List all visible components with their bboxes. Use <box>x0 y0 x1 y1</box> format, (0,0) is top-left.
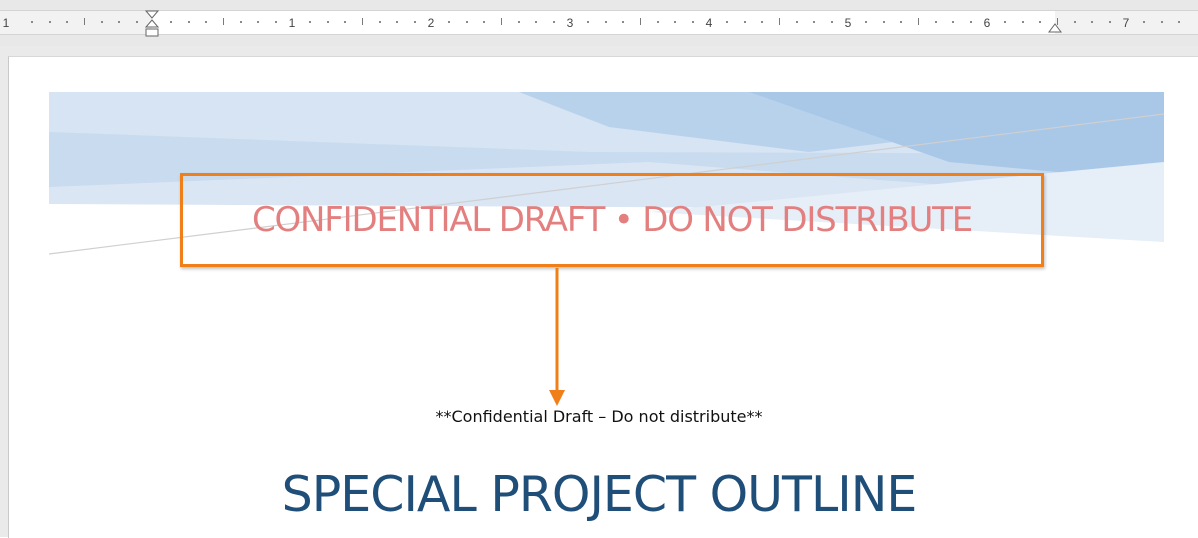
ruler-dot <box>379 21 381 23</box>
ruler-half-tick <box>84 18 85 25</box>
ruler-dot <box>970 21 972 23</box>
ruler-dot <box>344 21 346 23</box>
ruler-dot <box>761 21 763 23</box>
ruler-dot <box>31 21 33 23</box>
ruler-dot <box>414 21 416 23</box>
ruler-dot <box>1161 21 1163 23</box>
ruler-dot <box>327 21 329 23</box>
ruler-dot <box>1074 21 1076 23</box>
header-watermark-text[interactable]: CONFIDENTIAL DRAFT • DO NOT DISTRIBUTE <box>180 173 1044 267</box>
ruler-label: 1 <box>2 16 10 30</box>
ruler-dot <box>692 21 694 23</box>
ruler-dot <box>900 21 902 23</box>
ruler-dot <box>657 21 659 23</box>
ruler-dot <box>1178 21 1180 23</box>
ruler-dot <box>726 21 728 23</box>
ruler-dot <box>275 21 277 23</box>
ruler-dot <box>309 21 311 23</box>
ruler-dot <box>118 21 120 23</box>
right-indent-marker-icon[interactable] <box>1047 22 1063 34</box>
ruler-label: 7 <box>1122 16 1130 30</box>
ruler-dot <box>1004 21 1006 23</box>
ruler-dot <box>170 21 172 23</box>
ruler-label: 1 <box>288 16 296 30</box>
ruler-label: 3 <box>566 16 574 30</box>
ruler-dot <box>205 21 207 23</box>
indent-marker-icon[interactable] <box>144 10 160 44</box>
ruler-dot <box>66 21 68 23</box>
ruler-label: 2 <box>427 16 435 30</box>
ruler-dot <box>1022 21 1024 23</box>
ruler-dot <box>813 21 815 23</box>
document-title[interactable]: SPECIAL PROJECT OUTLINE <box>0 466 1198 523</box>
ruler-half-tick <box>362 18 363 25</box>
ruler-dot <box>257 21 259 23</box>
ruler-dot <box>952 21 954 23</box>
ruler-dot <box>1143 21 1145 23</box>
ruler-half-tick <box>918 18 919 25</box>
ruler-dot <box>1091 21 1093 23</box>
ruler-label: 6 <box>983 16 991 30</box>
ruler-dot <box>744 21 746 23</box>
ruler-dot <box>136 21 138 23</box>
document-body-paragraph[interactable]: **Confidential Draft – Do not distribute… <box>0 407 1198 426</box>
ruler-dot <box>883 21 885 23</box>
ruler-dot <box>466 21 468 23</box>
ruler-half-tick <box>223 18 224 25</box>
ruler-dot <box>1039 21 1041 23</box>
ruler-dot <box>483 21 485 23</box>
ruler-label: 4 <box>705 16 713 30</box>
ruler-dot <box>935 21 937 23</box>
ruler-dot <box>535 21 537 23</box>
ruler-dot <box>605 21 607 23</box>
ruler-dot <box>49 21 51 23</box>
ruler-label: 5 <box>844 16 852 30</box>
ruler-marks: 1 1 2 3 4 5 6 7 <box>0 10 1198 34</box>
ruler-dot <box>188 21 190 23</box>
ruler-dot <box>587 21 589 23</box>
ruler-half-tick <box>501 18 502 25</box>
ruler-half-tick <box>640 18 641 25</box>
ruler-dot <box>674 21 676 23</box>
ruler-half-tick <box>779 18 780 25</box>
horizontal-ruler[interactable]: 1 1 2 3 4 5 6 7 <box>0 0 1198 46</box>
ruler-dot <box>396 21 398 23</box>
ruler-dot <box>865 21 867 23</box>
ruler-dot <box>622 21 624 23</box>
callout-arrow-icon <box>549 268 565 406</box>
ruler-dot <box>448 21 450 23</box>
ruler-dot <box>553 21 555 23</box>
ruler-dot <box>796 21 798 23</box>
ruler-dot <box>518 21 520 23</box>
ruler-dot <box>101 21 103 23</box>
ruler-dot <box>1109 21 1111 23</box>
ruler-dot <box>831 21 833 23</box>
ruler-dot <box>240 21 242 23</box>
